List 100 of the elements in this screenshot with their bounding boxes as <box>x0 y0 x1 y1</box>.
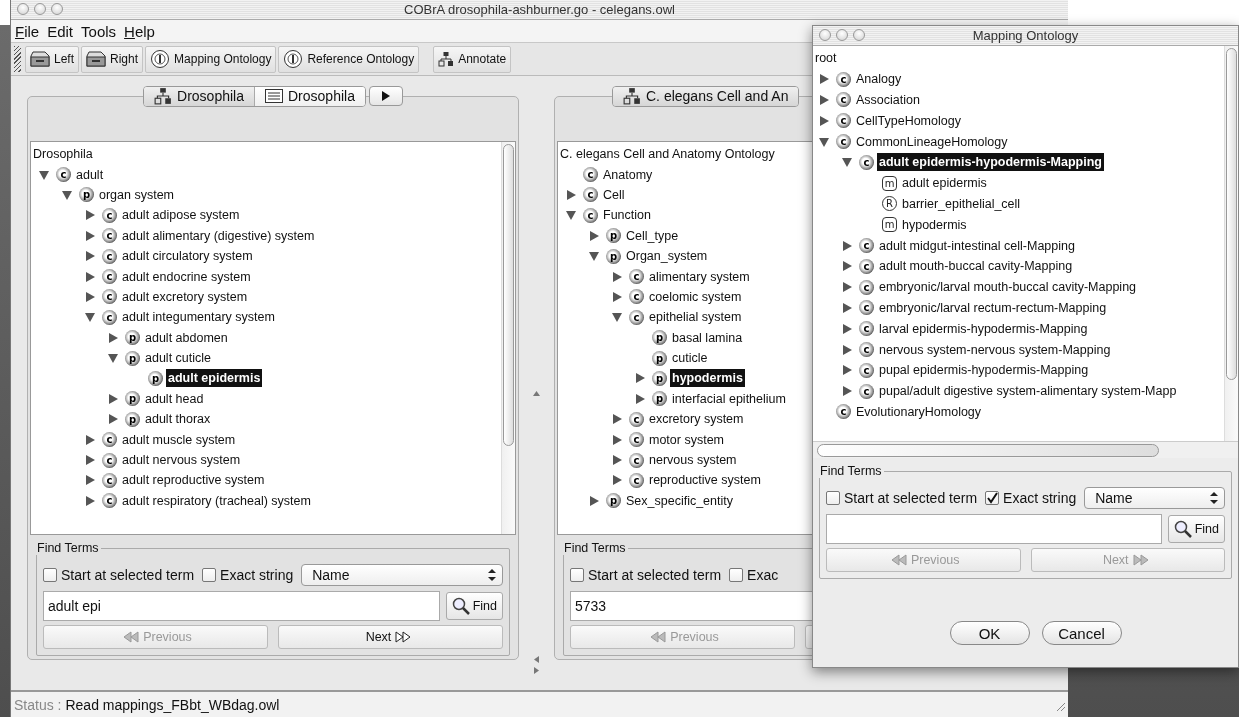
tree-item[interactable]: adult epidermis <box>900 174 989 193</box>
menu-item[interactable]: Tools <box>81 22 117 40</box>
tree-item[interactable]: Anatomy <box>601 165 655 184</box>
tree-item[interactable]: barrier_epithelial_cell <box>900 194 1023 213</box>
tree-item[interactable]: adult epidermis-hypodermis-Mapping <box>877 153 1104 172</box>
checkbox[interactable] <box>985 491 1000 505</box>
tree-item[interactable]: hypodermis <box>670 369 745 388</box>
checkbox-label[interactable]: Start at selected term <box>588 567 722 583</box>
resize-grip-icon[interactable] <box>1054 700 1066 712</box>
toolbar-button[interactable]: Reference Ontology <box>278 45 420 73</box>
right-triangle-icon[interactable] <box>589 230 599 241</box>
right-triangle-icon[interactable] <box>566 189 576 200</box>
right-triangle-icon[interactable] <box>842 386 852 397</box>
checkbox[interactable] <box>570 568 584 582</box>
checkbox-label[interactable]: Exact string <box>1003 490 1077 506</box>
tree-item[interactable]: CellTypeHomology <box>854 111 963 130</box>
down-triangle-icon[interactable] <box>85 312 95 323</box>
right-triangle-icon[interactable] <box>85 291 95 302</box>
tree-item[interactable]: adult respiratory (tracheal) system <box>120 491 313 510</box>
right-triangle-icon[interactable] <box>842 323 852 334</box>
tree-item[interactable]: Sex_specific_entity <box>624 491 735 510</box>
right-triangle-icon[interactable] <box>635 373 645 384</box>
tree-item[interactable]: basal lamina <box>670 328 745 347</box>
right-triangle-icon[interactable] <box>842 261 852 272</box>
tree-item[interactable]: adult adipose system <box>120 206 242 225</box>
right-triangle-icon[interactable] <box>612 291 622 302</box>
tree-item[interactable]: adult muscle system <box>120 430 238 449</box>
tree-item[interactable]: adult mouth-buccal cavity-Mapping <box>877 257 1075 276</box>
tab[interactable]: Drosophila <box>144 86 254 106</box>
down-triangle-icon[interactable] <box>612 312 622 323</box>
tree-root[interactable]: root <box>813 51 837 66</box>
tree-item[interactable]: alimentary system <box>647 267 752 286</box>
search-field[interactable]: adult epi <box>43 591 440 621</box>
right-arrow-icon[interactable] <box>534 667 539 674</box>
toolbar-button[interactable]: Mapping Ontology <box>145 45 277 73</box>
tree-item[interactable]: Organ_system <box>624 247 710 266</box>
tree-item[interactable]: adult integumentary system <box>120 308 277 327</box>
tree-item[interactable]: Analogy <box>854 70 904 89</box>
tree-item[interactable]: adult head <box>143 389 206 408</box>
right-triangle-icon[interactable] <box>612 434 622 445</box>
right-triangle-icon[interactable] <box>842 365 852 376</box>
menu-item[interactable]: File <box>15 22 40 40</box>
up-arrow-icon[interactable] <box>533 391 540 396</box>
right-triangle-icon[interactable] <box>612 414 622 425</box>
tree-item[interactable]: adult nervous system <box>120 451 243 470</box>
right-triangle-icon[interactable] <box>635 393 645 404</box>
right-triangle-icon[interactable] <box>612 475 622 486</box>
right-triangle-icon[interactable] <box>85 434 95 445</box>
toolbar-button[interactable]: Right <box>81 45 144 73</box>
right-triangle-icon[interactable] <box>612 455 622 466</box>
right-triangle-icon[interactable] <box>85 455 95 466</box>
left-arrow-icon[interactable] <box>534 656 539 663</box>
tree-item[interactable]: adult epidermis <box>166 369 263 388</box>
tree-item[interactable]: larval epidermis-hypodermis-Mapping <box>877 319 1090 338</box>
tree-item[interactable]: cuticle <box>670 349 710 368</box>
next-button[interactable]: Next <box>278 625 503 649</box>
tree-item[interactable]: embryonic/larval mouth-buccal cavity-Mapping <box>877 278 1139 297</box>
down-triangle-icon[interactable] <box>108 353 118 364</box>
find-button[interactable]: Find <box>445 592 503 620</box>
down-triangle-icon[interactable] <box>62 189 72 200</box>
right-triangle-icon[interactable] <box>842 344 852 355</box>
checkbox[interactable] <box>202 568 217 582</box>
tree-item[interactable]: Function <box>601 206 653 225</box>
horizontal-scrollbar[interactable] <box>813 441 1238 458</box>
checkbox[interactable] <box>43 568 57 582</box>
right-triangle-icon[interactable] <box>589 495 599 506</box>
tree-item[interactable]: epithelial system <box>647 308 744 327</box>
toolbar-grip[interactable] <box>14 46 21 72</box>
right-triangle-icon[interactable] <box>108 332 118 343</box>
dropdown[interactable]: Name <box>301 564 503 586</box>
tree-item[interactable]: hypodermis <box>900 215 969 234</box>
scrollbar[interactable] <box>1224 46 1238 441</box>
checkbox-label[interactable]: Start at selected term <box>61 567 195 583</box>
tree-item[interactable]: adult reproductive system <box>120 471 267 490</box>
right-triangle-icon[interactable] <box>85 271 95 282</box>
tree-item[interactable]: adult endocrine system <box>120 267 253 286</box>
tree-item[interactable]: Association <box>854 91 922 109</box>
right-triangle-icon[interactable] <box>819 115 829 126</box>
menu-item[interactable]: Edit <box>47 22 74 40</box>
tree-item[interactable]: embryonic/larval rectum-rectum-Mapping <box>877 298 1109 317</box>
scrollbar[interactable] <box>501 142 515 534</box>
down-triangle-icon[interactable] <box>39 169 49 180</box>
toolbar-button[interactable]: Left <box>25 45 79 73</box>
tree-item[interactable]: adult thorax <box>143 410 213 429</box>
more-button[interactable] <box>368 86 403 106</box>
checkbox-label[interactable]: Start at selected term <box>844 490 978 506</box>
tree-item[interactable]: adult excretory system <box>120 287 250 306</box>
tree-item[interactable]: coelomic system <box>647 287 744 306</box>
right-triangle-icon[interactable] <box>85 230 95 241</box>
tree-item[interactable]: interfacial epithelium <box>670 389 788 408</box>
search-field[interactable] <box>826 514 1162 544</box>
right-triangle-icon[interactable] <box>819 95 829 105</box>
tree-item[interactable]: pupal epidermis-hypodermis-Mapping <box>877 361 1091 380</box>
find-button[interactable]: Find <box>1167 515 1225 543</box>
tree-item[interactable]: EvolutionaryHomology <box>854 402 984 421</box>
tree-item[interactable]: adult cuticle <box>143 349 213 368</box>
tree-item[interactable]: adult circulatory system <box>120 247 255 266</box>
tree-item[interactable]: reproductive system <box>647 471 763 490</box>
right-triangle-icon[interactable] <box>85 475 95 486</box>
checkbox[interactable] <box>826 491 840 505</box>
